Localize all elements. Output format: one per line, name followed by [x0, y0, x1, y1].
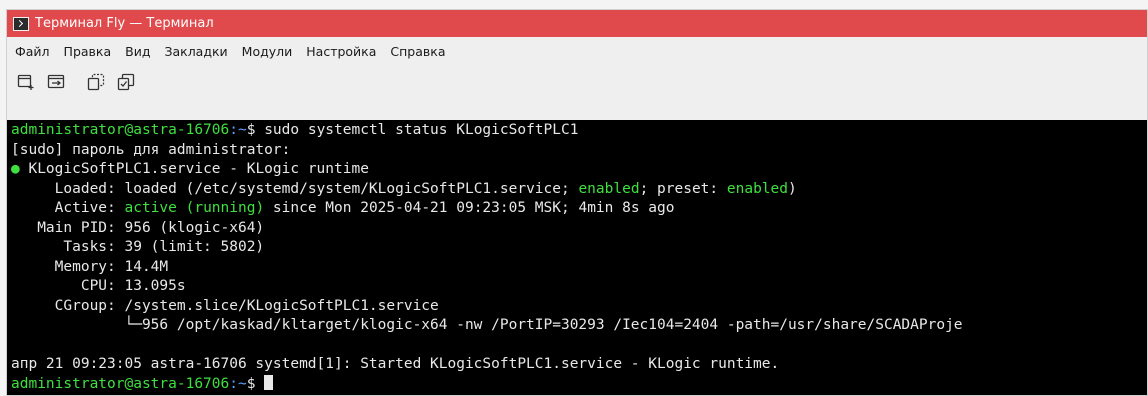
menu-settings[interactable]: Настройка	[306, 44, 376, 59]
terminal-app-icon	[13, 16, 29, 31]
loaded-label: Loaded:	[11, 180, 125, 197]
new-window-icon[interactable]	[47, 73, 65, 91]
loaded-post: )	[787, 180, 797, 197]
menu-view[interactable]: Вид	[125, 44, 150, 59]
terminal-line-prompt-2: administrator@astra-16706:~$	[11, 374, 274, 392]
menu-help[interactable]: Справка	[390, 44, 445, 59]
loaded-enabled: enabled	[578, 180, 640, 197]
toolbar	[7, 65, 1147, 98]
command-text: sudo systemctl status KLogicSoftPLC1	[264, 122, 579, 138]
prompt-user-2: administrator@astra-16706	[11, 375, 230, 392]
prompt-suffix: $	[246, 122, 265, 138]
terminal-output[interactable]: administrator@astra-16706:~$ sudo system…	[7, 120, 1147, 395]
menu-bookmarks[interactable]: Закладки	[164, 44, 227, 59]
terminal-line-prompt-1: administrator@astra-16706:~$ sudo system…	[11, 122, 578, 138]
active-state: active (running)	[124, 200, 265, 216]
tasks-line: Tasks: 39 (limit: 5802)	[11, 239, 265, 255]
menu-edit[interactable]: Правка	[64, 44, 112, 59]
loaded-line: Loaded: loaded (/etc/systemd/system/KLog…	[11, 181, 797, 197]
loaded-preset: enabled	[726, 180, 788, 197]
log-line: апр 21 09:23:05 astra-16706 systemd[1]: …	[11, 356, 780, 372]
active-label: Active:	[11, 200, 125, 216]
text-cursor	[264, 374, 274, 390]
menu-file[interactable]: Файл	[15, 44, 50, 59]
menu-bar: Файл Правка Вид Закладки Модули Настройк…	[7, 37, 1147, 65]
cgroup-line: CGroup: /system.slice/KLogicSoftPLC1.ser…	[11, 297, 439, 314]
prompt-user: administrator@astra-16706	[11, 122, 230, 138]
loaded-mid: ; preset:	[639, 180, 727, 197]
main-pid-line: Main PID: 956 (klogic-x64)	[11, 219, 265, 236]
prompt-path-2: :~	[229, 375, 247, 392]
memory-line: Memory: 14.4M	[11, 258, 169, 275]
active-rest: since Mon 2025-04-21 09:23:05 MSK; 4min …	[264, 200, 675, 216]
new-tab-icon[interactable]	[17, 73, 35, 91]
window-title: Терминал Fly — Терминал	[35, 16, 214, 31]
cpu-line: CPU: 13.095s	[11, 278, 186, 294]
unit-line-text: KLogicSoftPLC1.service - KLogic runtime	[28, 161, 369, 177]
paste-icon[interactable]	[117, 73, 135, 91]
loaded-value: loaded (/etc/systemd/system/KLogicSoftPL…	[124, 180, 579, 197]
active-line: Active: active (running) since Mon 2025-…	[11, 200, 675, 216]
cgroup-process-line: └─956 /opt/kaskad/kltarget/klogic-x64 -n…	[11, 317, 963, 333]
prompt-path: :~	[229, 122, 247, 138]
terminal-window: Терминал Fly — Терминал Файл Правка Вид …	[6, 9, 1148, 396]
sudo-prompt-line: [sudo] пароль для administrator:	[11, 141, 291, 158]
prompt-suffix-2: $	[246, 375, 265, 392]
unit-line: ● KLogicSoftPLC1.service - KLogic runtim…	[11, 161, 369, 177]
title-bar: Терминал Fly — Терминал	[7, 10, 1147, 37]
status-dot-icon: ●	[11, 161, 20, 177]
menu-plugins[interactable]: Модули	[242, 44, 293, 59]
copy-icon[interactable]	[87, 73, 105, 91]
